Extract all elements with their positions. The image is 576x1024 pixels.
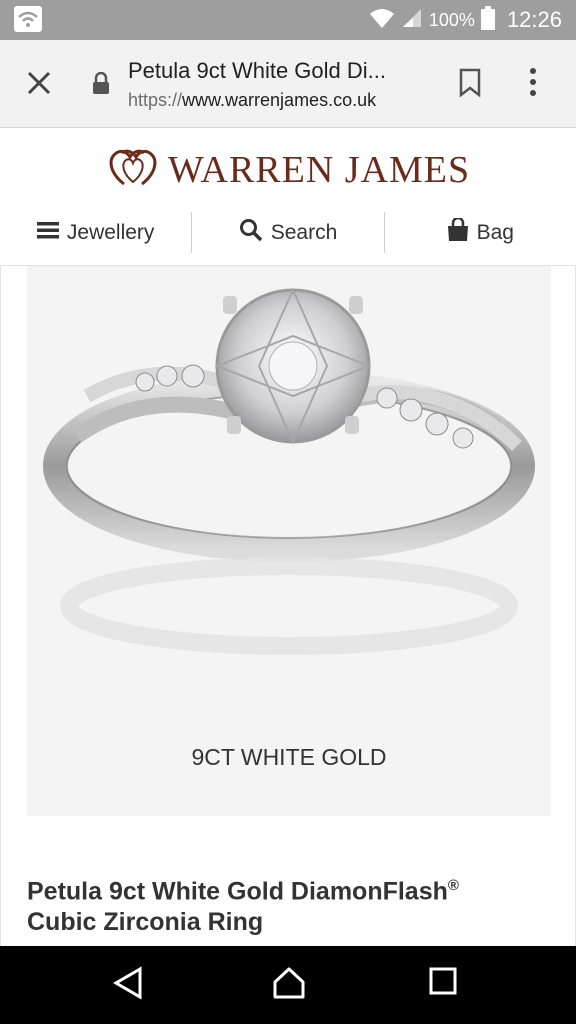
more-icon[interactable]: [528, 66, 538, 103]
menu-icon: [36, 221, 59, 245]
lock-icon: [92, 71, 110, 99]
system-nav-bar: [0, 946, 576, 1024]
url-scheme: https://: [128, 90, 183, 110]
bookmark-icon[interactable]: [458, 68, 482, 103]
nav-search-label: Search: [270, 220, 338, 244]
back-icon[interactable]: [112, 966, 144, 1005]
url-bar[interactable]: https://www.warrenjames.co.uk: [128, 90, 376, 111]
heart-logo-icon: [106, 148, 160, 193]
browser-toolbar: Petula 9ct White Gold Di... https://www.…: [0, 40, 576, 128]
product-name-line2: Cubic Zirconia Ring: [27, 908, 264, 937]
nav-search[interactable]: Search: [192, 200, 383, 265]
bag-icon: [447, 216, 469, 248]
logo-wordmark: WARREN JAMES: [167, 149, 471, 191]
product-name: Petula 9ct White Gold DiamonFlash® Cubic …: [27, 870, 547, 938]
ring-illustration: [43, 287, 535, 655]
wifi-icon: [369, 7, 395, 34]
site-logo[interactable]: WARREN JAMES: [0, 140, 576, 200]
nav-bag-label: Bag: [476, 220, 514, 244]
clock: 12:26: [506, 7, 562, 32]
nav-jewellery-label: Jewellery: [66, 220, 155, 244]
home-icon[interactable]: [272, 966, 306, 1005]
battery-icon: [480, 5, 495, 35]
notification-icon: [14, 6, 42, 32]
product-card: 9CT WHITE GOLD Petula 9ct White Gold Dia…: [0, 266, 576, 946]
signal-icon: [401, 7, 423, 34]
image-caption: 9CT WHITE GOLD: [191, 744, 387, 770]
close-icon[interactable]: [24, 68, 54, 98]
product-image[interactable]: 9CT WHITE GOLD: [27, 266, 551, 816]
search-icon: [239, 218, 263, 248]
battery-level: 100%: [428, 9, 475, 30]
product-name-line1: Petula 9ct White Gold DiamonFlash: [27, 877, 448, 906]
status-bar: 100% 12:26: [0, 0, 576, 40]
recents-icon[interactable]: [428, 966, 458, 1001]
url-host: www.warrenjames.co.uk: [182, 90, 377, 110]
nav-bag[interactable]: Bag: [385, 200, 576, 265]
page-title: Petula 9ct White Gold Di...: [128, 58, 386, 83]
site-nav: Jewellery Search Bag: [0, 200, 576, 266]
nav-jewellery[interactable]: Jewellery: [0, 200, 191, 265]
registered-mark: ®: [447, 877, 459, 894]
